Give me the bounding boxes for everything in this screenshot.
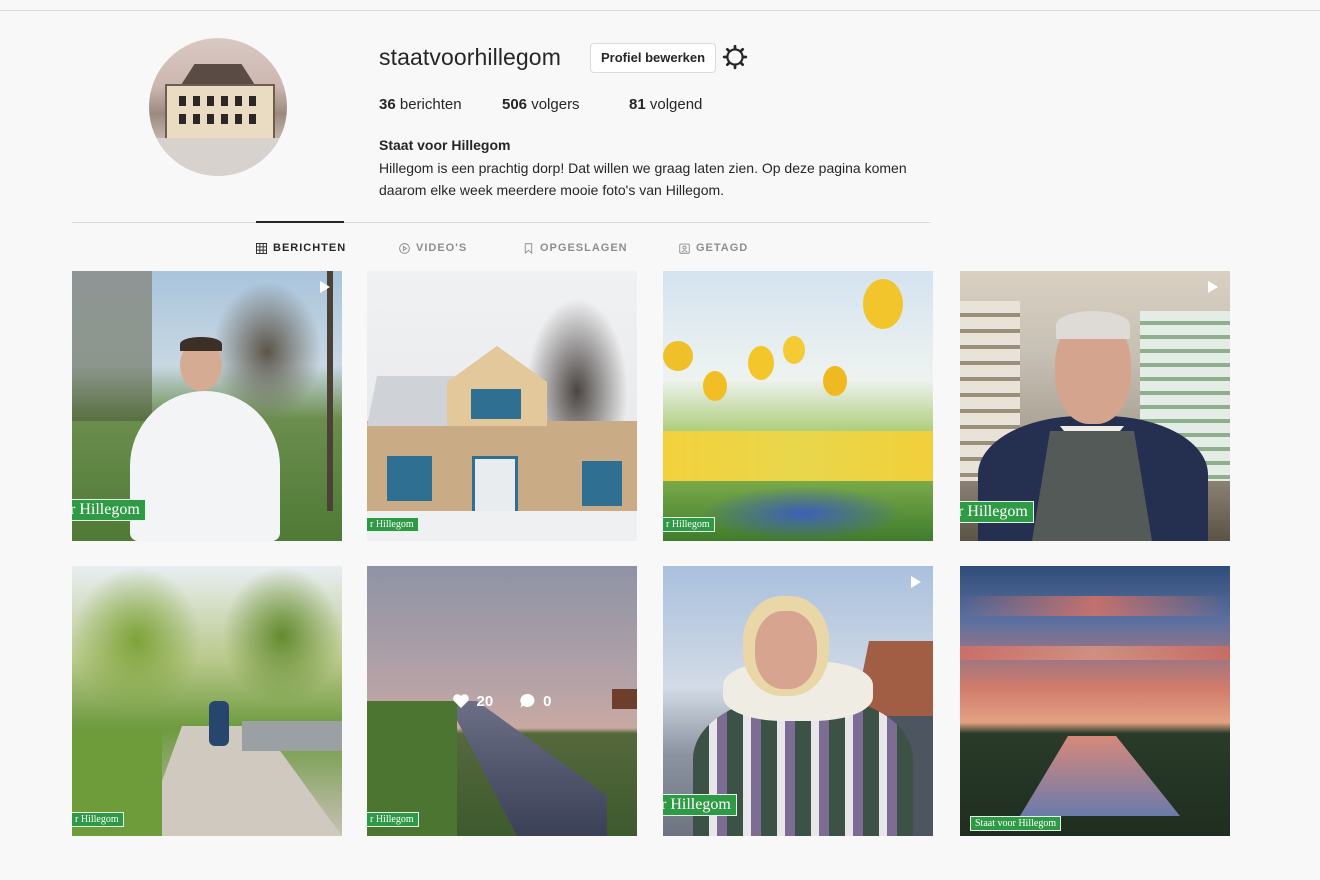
post-tile[interactable]: Staat voor Hillegom xyxy=(960,566,1230,836)
followers-count: 506 xyxy=(502,96,528,113)
tab-berichten[interactable]: BERICHTEN xyxy=(256,240,346,256)
tagged-user-icon xyxy=(679,243,690,254)
video-icon xyxy=(911,576,921,588)
top-border xyxy=(0,10,1320,11)
following-count: 81 xyxy=(629,96,646,113)
watermark-label: Staat voor Hillegom xyxy=(970,816,1062,831)
profile-full-name: Staat voor Hillegom xyxy=(379,137,511,153)
tab-label: BERICHTEN xyxy=(273,242,347,254)
post-tile[interactable]: r Hillegom xyxy=(663,271,933,541)
watermark-label: r Hillegom xyxy=(72,812,124,827)
tab-getagd[interactable]: GETAGD xyxy=(679,240,748,256)
watermark-label: r Hillegom xyxy=(367,517,419,532)
grid-icon xyxy=(256,242,267,254)
followers-label: volgers xyxy=(531,96,580,113)
gear-icon[interactable] xyxy=(722,44,748,70)
bookmark-icon xyxy=(524,242,533,254)
post-tile[interactable]: r Hillegom xyxy=(960,271,1230,541)
posts-label: berichten xyxy=(399,96,462,113)
profile-avatar[interactable] xyxy=(149,38,287,176)
post-tile[interactable]: r Hillegom xyxy=(72,566,342,836)
tab-opgeslagen[interactable]: OPGESLAGEN xyxy=(523,240,628,256)
heart-icon xyxy=(453,694,470,708)
profile-username: staatvoorhillegom xyxy=(379,44,561,70)
post-tile[interactable]: 20 0 r Hillegom xyxy=(367,566,637,836)
following-label: volgend xyxy=(649,96,703,113)
video-icon xyxy=(320,281,330,293)
tab-videos[interactable]: VIDEO'S xyxy=(399,240,467,256)
likes-stat: 20 xyxy=(452,693,493,710)
post-hover-stats: 20 0 xyxy=(367,566,637,836)
comment-icon xyxy=(520,693,535,708)
watermark-label: r Hillegom xyxy=(960,501,1034,523)
watermark-label: r Hillegom xyxy=(663,794,737,816)
comments-stat: 0 xyxy=(519,692,552,710)
likes-count: 20 xyxy=(476,692,494,710)
active-tab-indicator xyxy=(256,221,344,223)
posts-count: 36 xyxy=(379,96,396,113)
profile-bio: Hillegom is een prachtig dorp! Dat wille… xyxy=(379,160,907,198)
watermark-label: r Hillegom xyxy=(663,517,715,532)
posts-stat: 36 berichten xyxy=(379,96,462,113)
post-tile[interactable]: r Hillegom xyxy=(663,566,933,836)
watermark-label: r Hillegom xyxy=(72,499,146,521)
tabs-divider xyxy=(72,222,931,223)
tab-label: OPGESLAGEN xyxy=(540,242,628,254)
watermark-label: r Hillegom xyxy=(367,812,419,827)
tab-label: VIDEO'S xyxy=(416,242,468,254)
edit-profile-button[interactable]: Profiel bewerken xyxy=(590,43,717,73)
post-tile[interactable]: r Hillegom xyxy=(367,271,637,541)
post-tile[interactable]: r Hillegom xyxy=(72,271,342,541)
followers-stat[interactable]: 506 volgers xyxy=(502,96,580,113)
following-stat[interactable]: 81 volgend xyxy=(629,96,702,113)
video-icon xyxy=(1208,281,1218,293)
tab-label: GETAGD xyxy=(696,242,749,254)
play-circle-icon xyxy=(399,242,410,254)
comments-count: 0 xyxy=(543,692,552,710)
